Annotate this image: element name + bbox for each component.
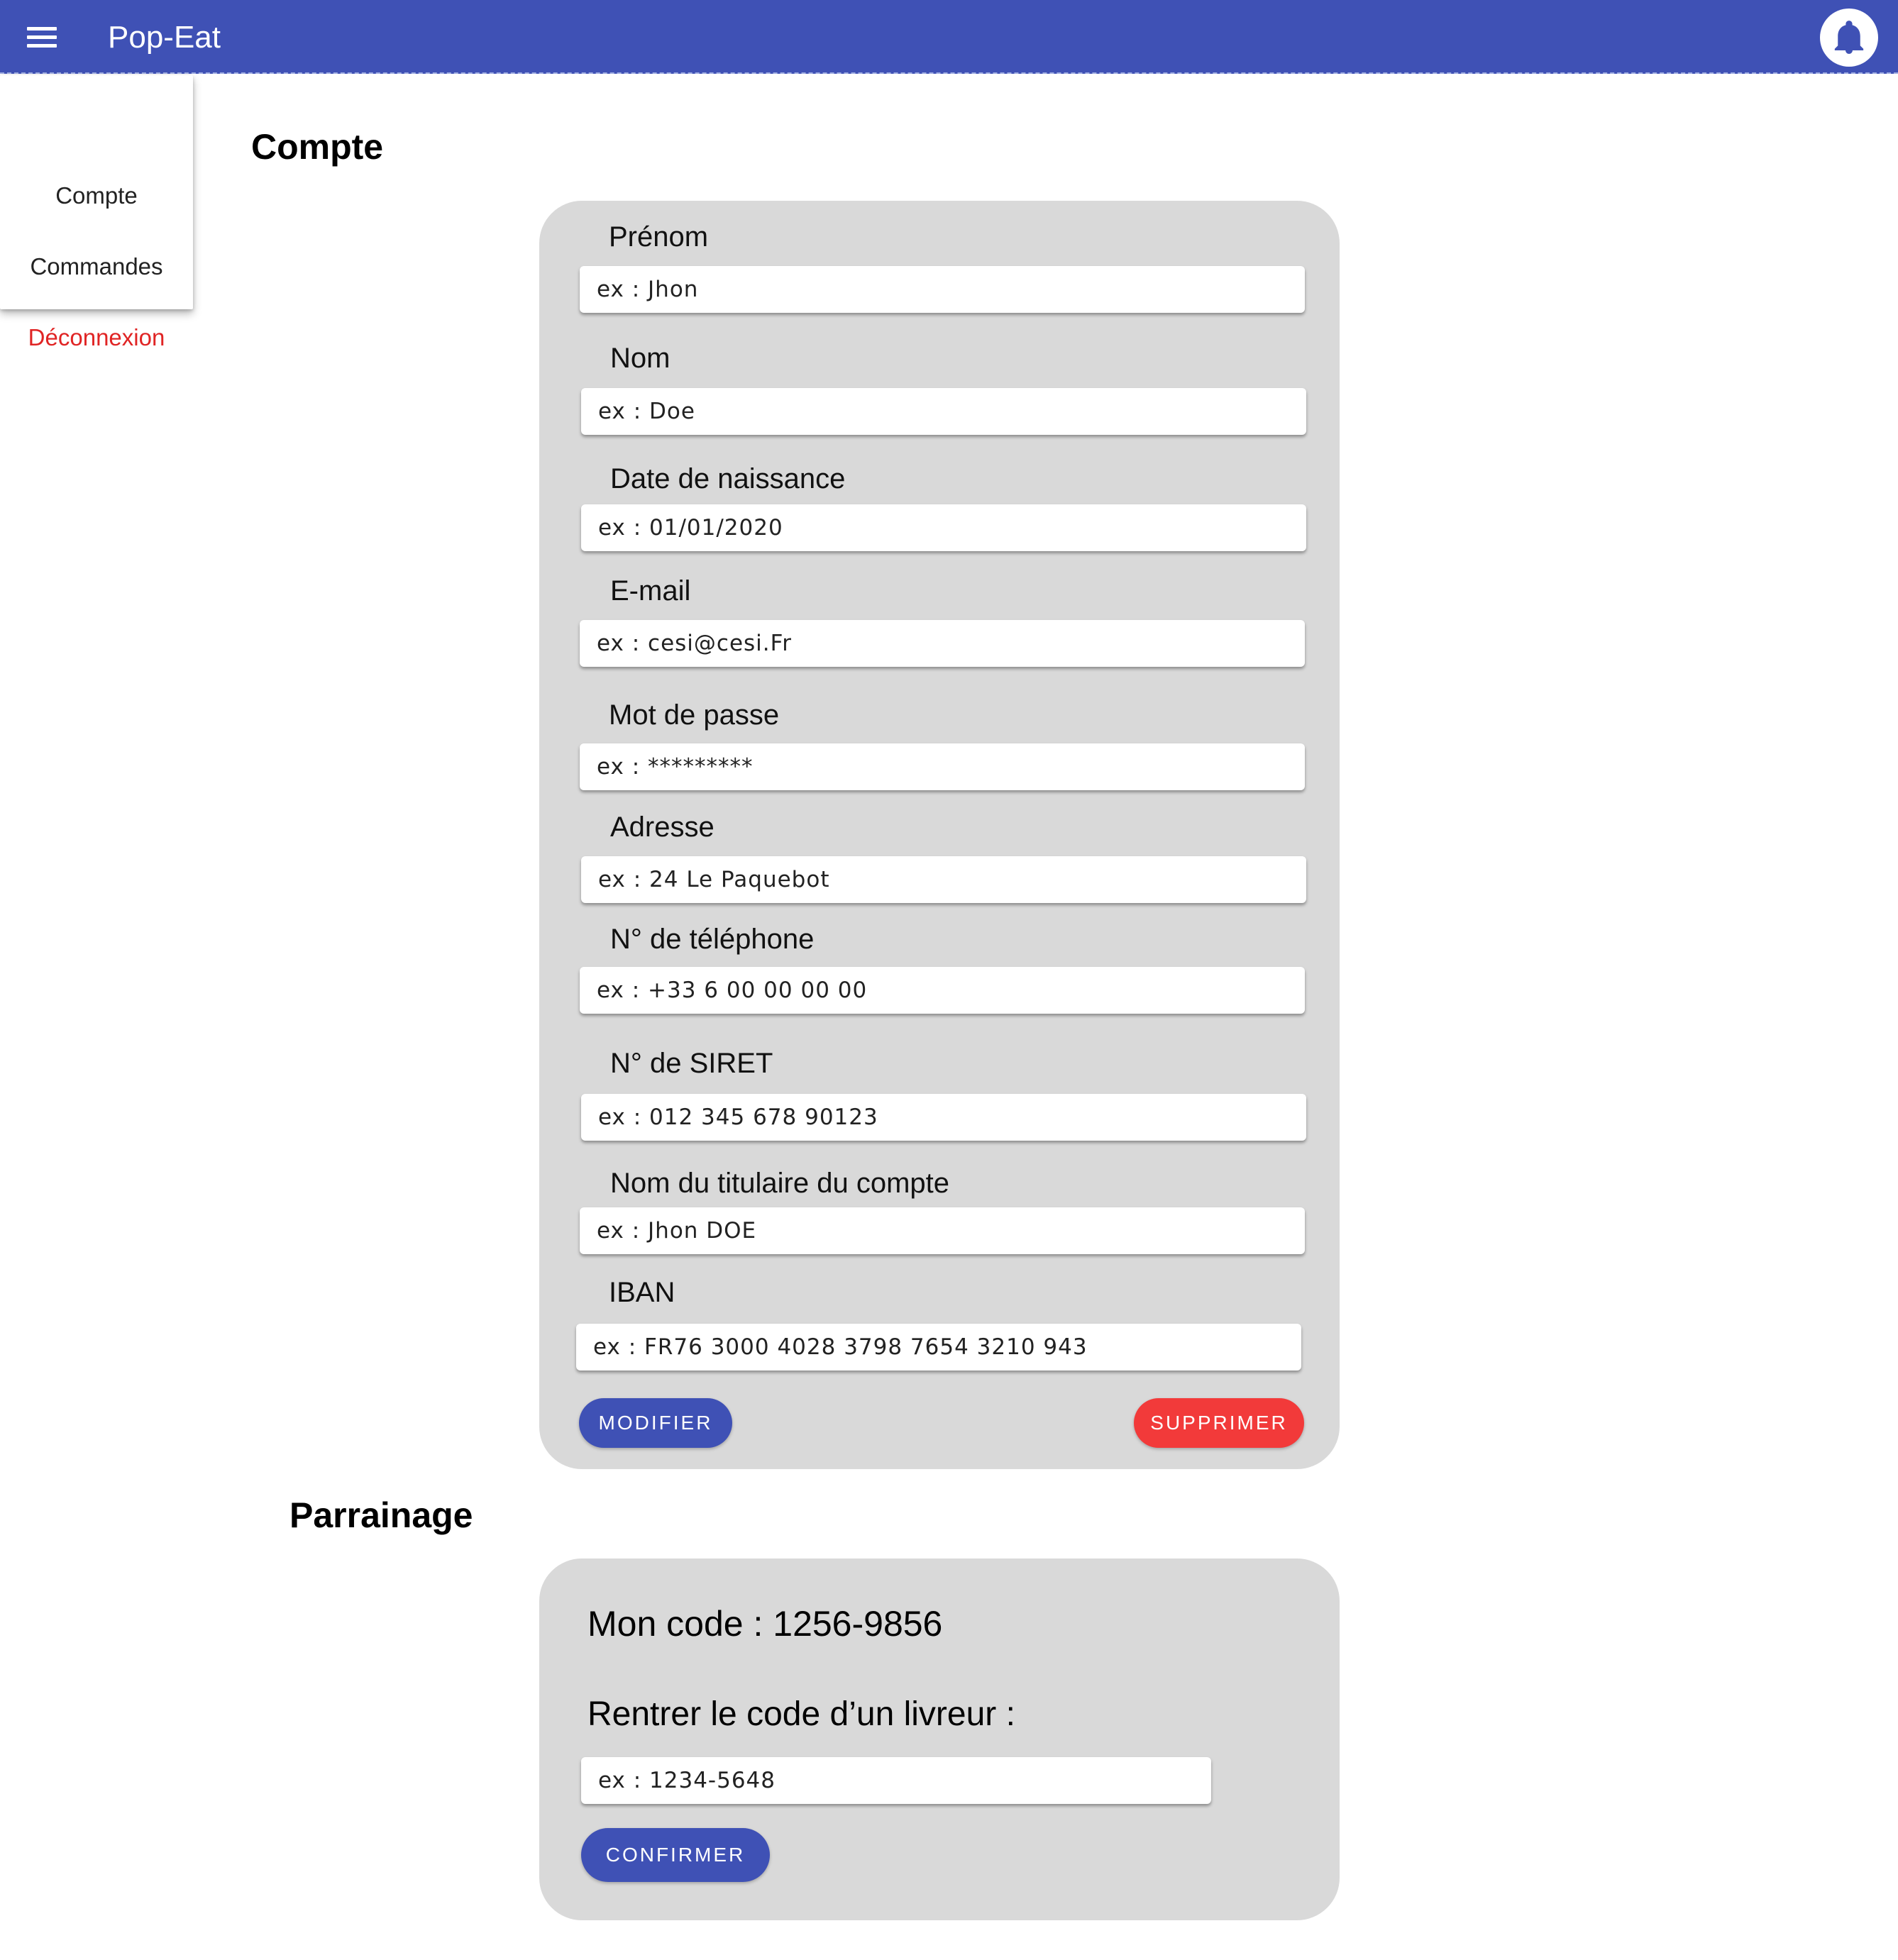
date-naissance-field[interactable]: ex : 01/01/2020 [581,504,1306,551]
app-title: Pop-Eat [108,20,221,55]
prenom-label: Prénom [609,221,709,253]
supprimer-button[interactable]: SUPPRIMER [1134,1398,1304,1448]
titulaire-field[interactable]: ex : Jhon DOE [580,1207,1305,1254]
iban-field[interactable]: ex : FR76 3000 4028 3798 7654 3210 943 [576,1324,1301,1371]
menu-item-deconnexion[interactable]: Déconnexion [0,316,193,359]
password-label: Mot de passe [609,699,780,731]
email-label: E-mail [610,575,691,607]
adresse-field[interactable]: ex : 24 Le Paquebot [581,856,1306,903]
password-field[interactable]: ex : ********* [580,743,1305,790]
notifications-button[interactable] [1820,9,1878,67]
adresse-label: Adresse [610,812,714,843]
iban-label: IBAN [609,1277,675,1308]
nom-label: Nom [610,343,671,374]
account-section-title: Compte [251,127,384,167]
nom-field[interactable]: ex : Doe [581,388,1306,435]
confirmer-button[interactable]: CONFIRMER [581,1828,770,1882]
account-form-card: Prénom ex : Jhon Nom ex : Doe Date de na… [539,201,1340,1469]
app-bar: Pop-Eat [0,0,1898,74]
hamburger-menu-icon[interactable] [27,27,60,50]
bell-icon [1834,21,1864,54]
telephone-label: N° de téléphone [610,924,815,955]
email-field[interactable]: ex : cesi@cesi.Fr [580,620,1305,667]
prenom-field[interactable]: ex : Jhon [580,266,1305,313]
siret-field[interactable]: ex : 012 345 678 90123 [581,1094,1306,1141]
account-dropdown-menu: Compte Commandes Déconnexion [0,75,193,350]
enter-code-label: Rentrer le code d’un livreur : [587,1695,1015,1733]
telephone-field[interactable]: ex : +33 6 00 00 00 00 [580,967,1305,1014]
naissance-label: Date de naissance [610,463,846,494]
referral-code-field[interactable]: ex : 1234-5648 [581,1757,1211,1804]
titulaire-label: Nom du titulaire du compte [610,1168,950,1199]
referral-card: Mon code : 1256-9856 Rentrer le code d’u… [539,1558,1340,1920]
referral-section-title: Parrainage [289,1495,473,1535]
siret-label: N° de SIRET [610,1048,773,1079]
my-referral-code: Mon code : 1256-9856 [587,1604,943,1644]
menu-item-commandes[interactable]: Commandes [0,245,193,288]
modifier-button[interactable]: MODIFIER [579,1398,732,1448]
menu-item-compte[interactable]: Compte [0,175,193,217]
